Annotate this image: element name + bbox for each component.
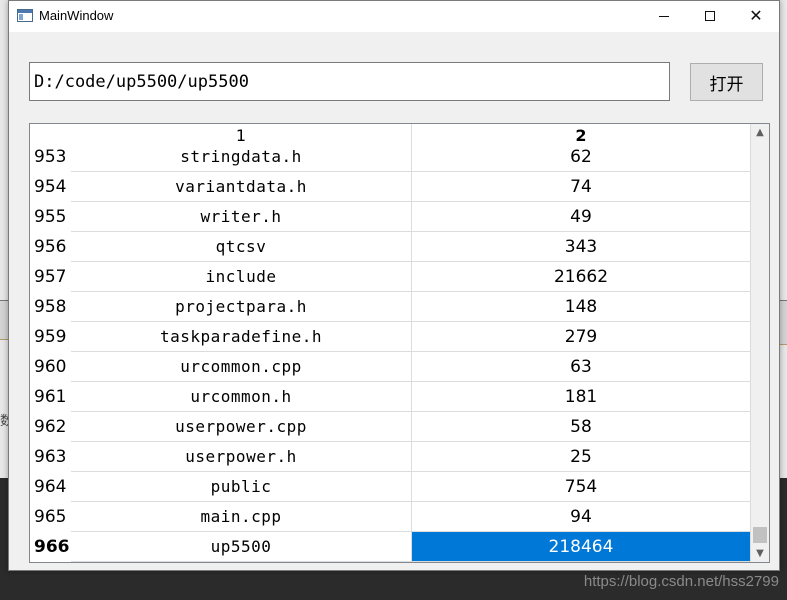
row-header[interactable]: 953	[30, 142, 71, 172]
name-cell[interactable]: userpower.cpp	[71, 412, 412, 442]
count-cell[interactable]: 754	[412, 472, 751, 502]
scrollbar-thumb[interactable]	[753, 527, 767, 543]
column-header-2[interactable]: 2	[412, 124, 751, 146]
row-header[interactable]: 963	[30, 442, 71, 472]
row-header[interactable]: 960	[30, 352, 71, 382]
name-cell[interactable]: qtcsv	[71, 232, 412, 262]
count-cell[interactable]: 94	[412, 502, 751, 532]
count-cell[interactable]: 62	[412, 142, 751, 172]
scroll-down-arrow-icon[interactable]: ▼	[751, 545, 769, 562]
row-header[interactable]: 954	[30, 172, 71, 202]
maximize-button[interactable]	[687, 1, 733, 31]
name-cell[interactable]: public	[71, 472, 412, 502]
table-corner[interactable]	[30, 124, 71, 146]
background-window-edge-right	[779, 300, 787, 345]
row-header[interactable]: 957	[30, 262, 71, 292]
row-header[interactable]: 958	[30, 292, 71, 322]
name-cell[interactable]: variantdata.h	[71, 172, 412, 202]
close-button[interactable]: ✕	[733, 1, 779, 31]
name-cell[interactable]: stringdata.h	[71, 142, 412, 172]
row-header[interactable]: 956	[30, 232, 71, 262]
app-window-icon	[17, 9, 33, 22]
count-cell[interactable]: 279	[412, 322, 751, 352]
main-window: MainWindow ✕ 打开 953stringdata.h62954vari…	[8, 0, 780, 571]
count-cell[interactable]: 343	[412, 232, 751, 262]
table-row[interactable]: 965 main.cpp 94	[30, 502, 751, 532]
table-row[interactable]: 963 userpower.h 25	[30, 442, 751, 472]
name-cell[interactable]: up5500	[71, 532, 412, 562]
name-cell[interactable]: include	[71, 262, 412, 292]
name-cell[interactable]: userpower.h	[71, 442, 412, 472]
count-cell[interactable]: 25	[412, 442, 751, 472]
count-cell[interactable]: 21662	[412, 262, 751, 292]
count-cell[interactable]: 74	[412, 172, 751, 202]
table-row[interactable]: 960 urcommon.cpp 63	[30, 352, 751, 382]
row-header[interactable]: 965	[30, 502, 71, 532]
count-cell[interactable]: 58	[412, 412, 751, 442]
column-header-1[interactable]: 1	[71, 124, 412, 146]
count-cell[interactable]: 218464	[412, 532, 751, 562]
table-row[interactable]: 962 userpower.cpp 58	[30, 412, 751, 442]
close-icon: ✕	[749, 6, 763, 25]
count-cell[interactable]: 63	[412, 352, 751, 382]
name-cell[interactable]: writer.h	[71, 202, 412, 232]
path-input[interactable]	[29, 62, 670, 101]
row-header[interactable]: 959	[30, 322, 71, 352]
maximize-icon	[705, 11, 715, 21]
file-table[interactable]: 953 stringdata.h 62 954 variantdata.h 74 955 wr…	[29, 123, 770, 563]
table-body: 953 stringdata.h 62 954 variantdata.h 74 955 wr…	[30, 142, 751, 562]
name-cell[interactable]: urcommon.cpp	[71, 352, 412, 382]
table-row[interactable]: 955 writer.h 49	[30, 202, 751, 232]
row-header[interactable]: 966	[30, 532, 71, 562]
table-row[interactable]: 966 up5500 218464	[30, 532, 751, 562]
name-cell[interactable]: taskparadefine.h	[71, 322, 412, 352]
table-row[interactable]: 961 urcommon.h 181	[30, 382, 751, 412]
count-cell[interactable]: 181	[412, 382, 751, 412]
minimize-icon	[659, 15, 669, 17]
table-row[interactable]: 953 stringdata.h 62	[30, 142, 751, 172]
title-bar[interactable]: MainWindow ✕	[9, 1, 779, 32]
name-cell[interactable]: main.cpp	[71, 502, 412, 532]
open-button[interactable]: 打开	[690, 63, 763, 101]
count-cell[interactable]: 49	[412, 202, 751, 232]
name-cell[interactable]: projectpara.h	[71, 292, 412, 322]
table-row[interactable]: 956 qtcsv 343	[30, 232, 751, 262]
table-row[interactable]: 954 variantdata.h 74	[30, 172, 751, 202]
table-row[interactable]: 959 taskparadefine.h 279	[30, 322, 751, 352]
scroll-up-arrow-icon[interactable]: ▲	[751, 124, 769, 141]
count-cell[interactable]: 148	[412, 292, 751, 322]
table-row[interactable]: 964 public 754	[30, 472, 751, 502]
table-row[interactable]: 957 include 21662	[30, 262, 751, 292]
row-header[interactable]: 964	[30, 472, 71, 502]
row-header[interactable]: 962	[30, 412, 71, 442]
watermark-text: https://blog.csdn.net/hss2799	[583, 573, 779, 590]
row-header[interactable]: 961	[30, 382, 71, 412]
table-row[interactable]: 958 projectpara.h 148	[30, 292, 751, 322]
vertical-scrollbar[interactable]: ▲ ▼	[751, 124, 769, 562]
row-header[interactable]: 955	[30, 202, 71, 232]
minimize-button[interactable]	[641, 1, 687, 31]
window-title: MainWindow	[39, 8, 114, 23]
name-cell[interactable]: urcommon.h	[71, 382, 412, 412]
